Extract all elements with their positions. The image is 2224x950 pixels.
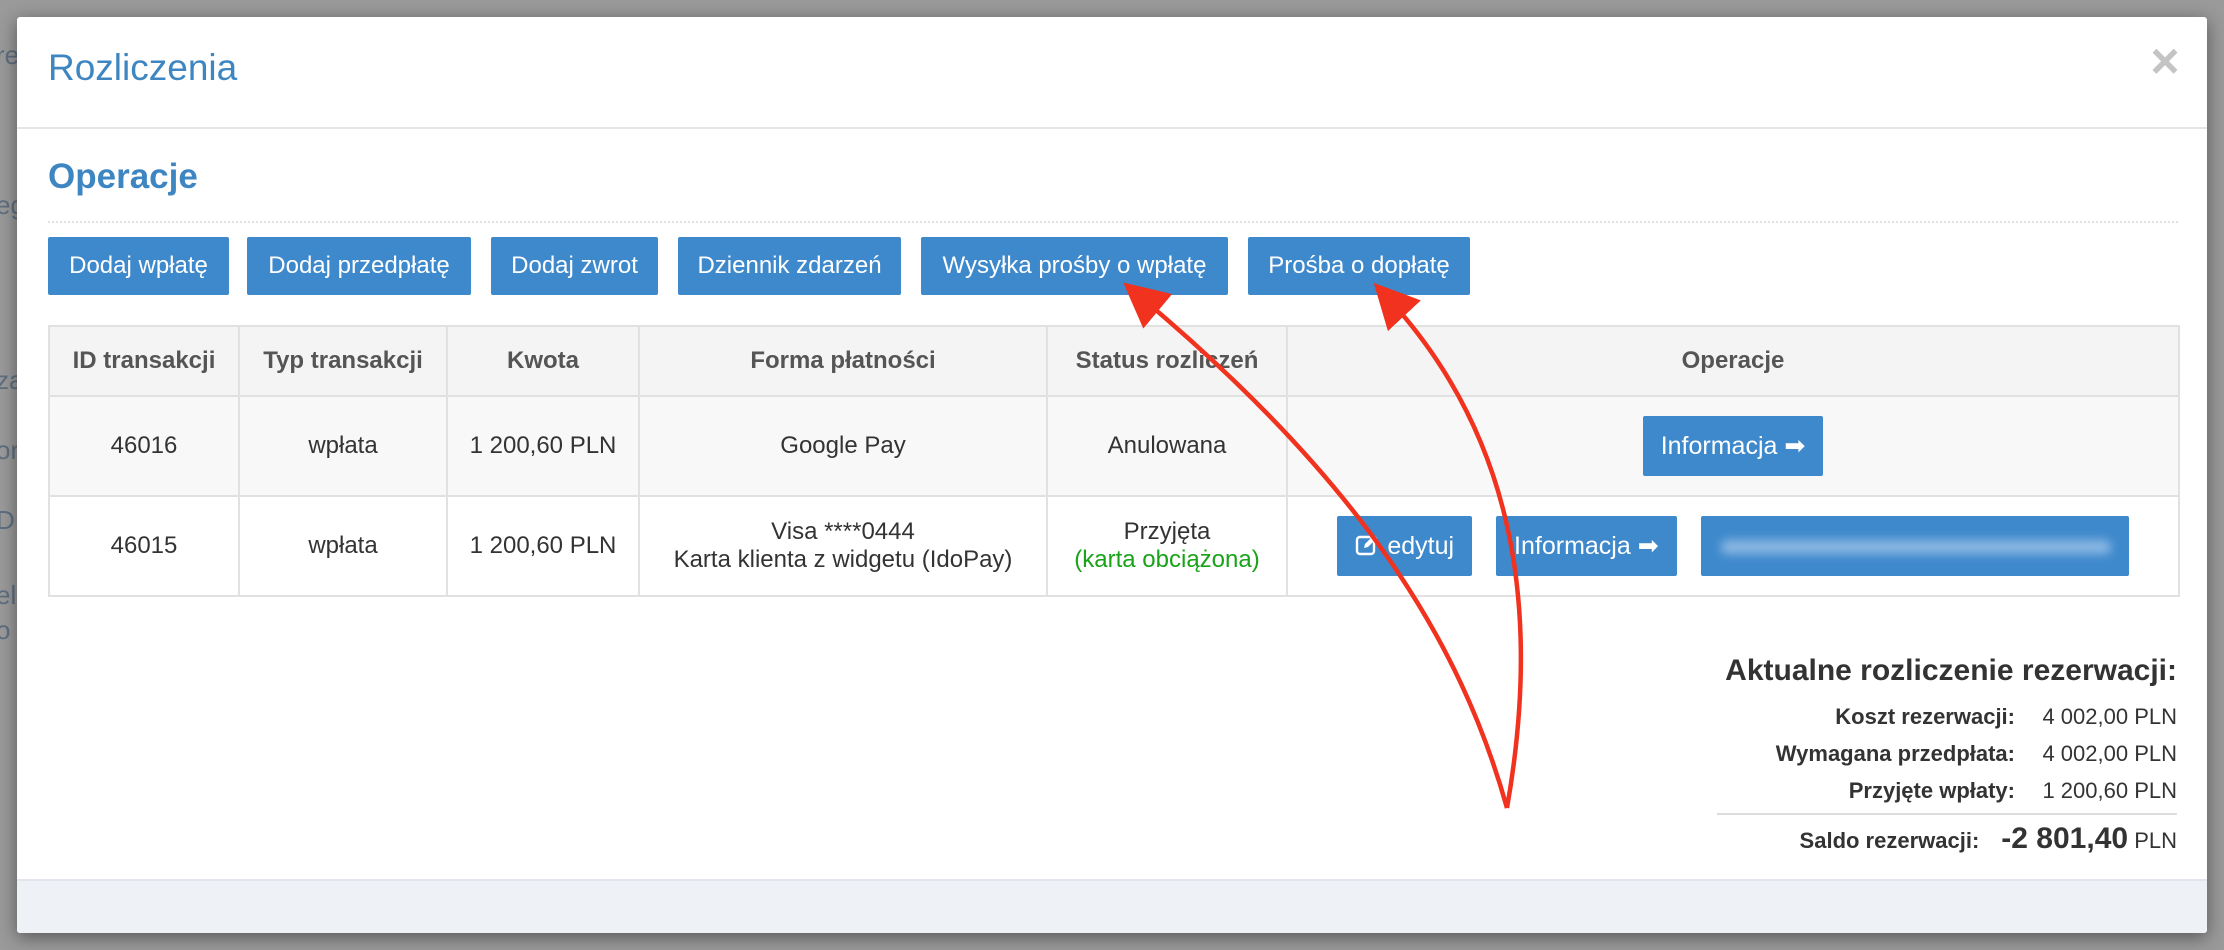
background-fragment: el <box>0 580 17 610</box>
summary-row: Wymagana przedpłata: 4 002,00 PLN <box>1697 735 2177 772</box>
pencil-square-icon <box>1356 535 1378 556</box>
summary-value: 4 002,00 PLN <box>2042 741 2177 766</box>
payment-method-line: Google Pay <box>780 432 906 459</box>
status-detail: (karta obciążona) <box>1074 546 1260 573</box>
summary-label: Przyjęte wpłaty: <box>1848 778 2015 803</box>
info-button[interactable]: Informacja ➡ <box>1642 416 1824 476</box>
saldo-unit: PLN <box>2134 828 2177 853</box>
operations-cell: edytuj Informacja ➡ <box>1286 495 2180 597</box>
settlement-status: Przyjęta (karta obciążona) <box>1046 495 1288 597</box>
redacted-button[interactable] <box>1700 516 2129 576</box>
transaction-type: wpłata <box>238 395 448 497</box>
transactions-table: ID transakcji Typ transakcji Kwota Forma… <box>48 325 2180 597</box>
operations-section-title: Operacje <box>48 157 198 196</box>
event-log-button[interactable]: Dziennik zdarzeń <box>678 237 901 295</box>
edit-button[interactable]: edytuj <box>1337 516 1473 576</box>
payment-method-line: Karta klienta z widgetu (IdoPay) <box>673 546 1013 573</box>
summary-divider <box>1717 813 2177 815</box>
section-divider <box>48 221 2178 223</box>
column-header-payment-method: Forma płatności <box>638 325 1048 397</box>
send-payment-request-button[interactable]: Wysyłka prośby o wpłatę <box>921 237 1228 295</box>
background-fragment: o <box>0 615 11 645</box>
column-header-type: Typ transakcji <box>238 325 448 397</box>
summary-value: 1 200,60 PLN <box>2042 778 2177 803</box>
booking-summary: Aktualne rozliczenie rezerwacji: Koszt r… <box>1697 654 2177 861</box>
operations-cell: Informacja ➡ <box>1286 395 2180 497</box>
transaction-amount: 1 200,60 PLN <box>446 395 640 497</box>
summary-value: 4 002,00 PLN <box>2042 704 2177 729</box>
modal-footer <box>17 879 2207 933</box>
summary-row: Przyjęte wpłaty: 1 200,60 PLN <box>1697 772 2177 809</box>
add-payment-button[interactable]: Dodaj wpłatę <box>48 237 229 295</box>
table-row: 46016 wpłata 1 200,60 PLN Google Pay Anu… <box>48 395 2180 497</box>
table-header-row: ID transakcji Typ transakcji Kwota Forma… <box>48 325 2180 397</box>
saldo-row: Saldo rezerwacji: -2 801,40 PLN <box>1697 817 2177 861</box>
status-text: Przyjęta <box>1123 518 1211 545</box>
summary-row: Koszt rezerwacji: 4 002,00 PLN <box>1697 698 2177 735</box>
transaction-id: 46015 <box>48 495 240 597</box>
background-fragment: D <box>0 505 15 535</box>
info-button[interactable]: Informacja ➡ <box>1496 516 1677 576</box>
add-prepayment-button[interactable]: Dodaj przedpłatę <box>247 237 471 295</box>
surcharge-request-button[interactable]: Prośba o dopłatę <box>1248 237 1470 295</box>
table-row: 46015 wpłata 1 200,60 PLN Visa ****0444 … <box>48 495 2180 597</box>
transaction-id: 46016 <box>48 395 240 497</box>
payment-method: Google Pay <box>638 395 1048 497</box>
summary-title: Aktualne rozliczenie rezerwacji: <box>1725 654 2177 687</box>
payment-method: Visa ****0444 Karta klienta z widgetu (I… <box>638 495 1048 597</box>
modal-title: Rozliczenia <box>48 47 238 88</box>
saldo-amount: -2 801,40 <box>2001 822 2129 855</box>
summary-label: Wymagana przedpłata: <box>1775 741 2015 766</box>
summary-label: Koszt rezerwacji: <box>1835 704 2015 729</box>
transaction-type: wpłata <box>238 495 448 597</box>
column-header-amount: Kwota <box>446 325 640 397</box>
payment-method-line: Visa ****0444 <box>771 518 915 545</box>
edit-button-label: edytuj <box>1387 532 1455 560</box>
settlement-status: Anulowana <box>1046 395 1288 497</box>
column-header-operations: Operacje <box>1286 325 2180 397</box>
close-icon[interactable]: × <box>2143 36 2187 86</box>
redacted-label <box>1720 540 2111 554</box>
add-refund-button[interactable]: Dodaj zwrot <box>491 237 658 295</box>
saldo-label: Saldo rezerwacji: <box>1799 828 1980 853</box>
column-header-id: ID transakcji <box>48 325 240 397</box>
transaction-amount: 1 200,60 PLN <box>446 495 640 597</box>
modal-header: Rozliczenia × <box>17 17 2207 129</box>
saldo-value: -2 801,40 PLN <box>2001 817 2177 863</box>
column-header-status: Status rozliczeń <box>1046 325 1288 397</box>
settlements-modal: Rozliczenia × Operacje Dodaj wpłatę Doda… <box>17 17 2207 933</box>
